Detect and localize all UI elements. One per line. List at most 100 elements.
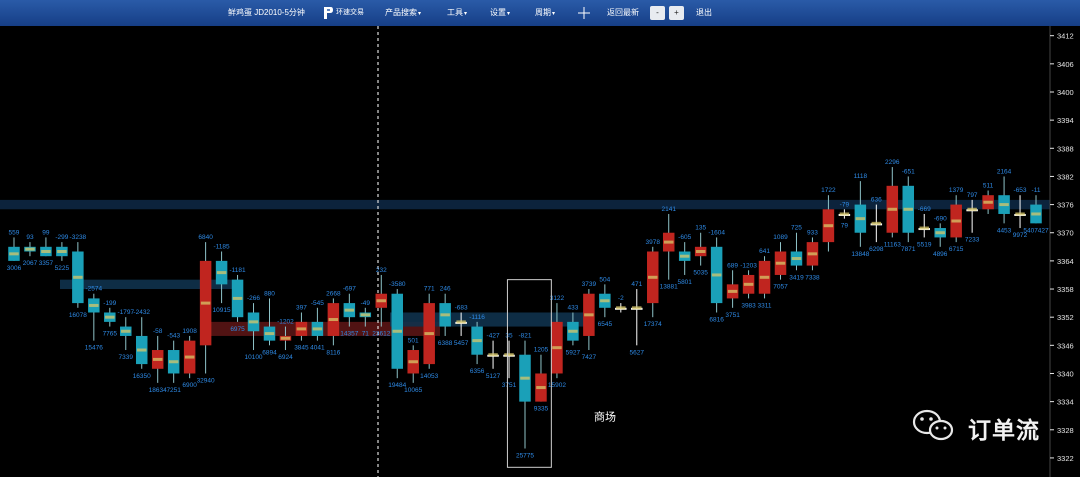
volume-label: 5519 [917, 241, 932, 248]
poc-marker [871, 221, 882, 225]
delta-label: -1202 [277, 319, 294, 326]
volume-label: 15902 [548, 382, 566, 389]
poc-marker [759, 275, 770, 279]
volume-label: 9335 [534, 406, 549, 413]
delta-label: 1118 [854, 173, 868, 180]
poc-marker [616, 306, 626, 310]
poc-marker [200, 301, 211, 305]
delta-label: -1181 [229, 267, 246, 274]
poc-marker [600, 299, 610, 303]
delta-label: 3978 [646, 239, 661, 246]
poc-marker [935, 231, 945, 235]
restore-latest-button[interactable]: 返回最新 [607, 0, 639, 26]
delta-label: -49 [361, 300, 371, 307]
delta-label: 246 [440, 286, 451, 293]
menu-tools[interactable]: 工具▾ [447, 0, 467, 26]
delta-label: -1116 [469, 314, 485, 321]
logo-icon [324, 7, 333, 19]
caret-down-icon: ▾ [464, 11, 468, 17]
poc-marker [9, 252, 19, 256]
delta-label: 1722 [821, 187, 836, 194]
delta-label: 35 [505, 333, 513, 340]
y-tick-label: 3370 [1057, 229, 1074, 238]
top-toolbar: 鲜鸡蛋 JD2010-5分钟 环速交易 产品搜索▾ 工具▾ 设置▾ 周期▾ 返回… [0, 0, 1080, 26]
poc-marker [216, 271, 227, 275]
delta-label: 2668 [326, 290, 341, 297]
volume-label: 10915 [213, 307, 231, 314]
zoom-out-button[interactable]: - [650, 6, 665, 20]
volume-label: 3357 [39, 260, 54, 267]
volume-label: 23612 [372, 331, 390, 338]
volume-label: 6894 [262, 349, 277, 356]
poc-marker [41, 250, 51, 253]
delta-label: -2 [618, 295, 624, 302]
volume-label: 13848 [851, 251, 869, 258]
volume-label: 6975 [230, 326, 245, 333]
volume-label: 5927 [566, 349, 581, 356]
watermark-text: 订单流 [968, 417, 1040, 443]
delta-label: 771 [424, 286, 435, 293]
volume-label: 3983 [741, 302, 756, 309]
y-tick-label: 3346 [1057, 341, 1074, 350]
poc-marker [919, 226, 929, 230]
y-tick-label: 3364 [1057, 257, 1074, 266]
crosshair-icon[interactable] [578, 7, 590, 19]
exit-button[interactable]: 退出 [696, 0, 712, 26]
menu-settings[interactable]: 设置▾ [490, 0, 510, 26]
volume-label: 3751 [502, 382, 517, 389]
poc-marker [663, 240, 674, 244]
delta-label: 93 [26, 234, 34, 241]
poc-marker [695, 250, 706, 253]
delta-label: -543 [167, 333, 180, 340]
delta-label: -1185 [214, 244, 231, 251]
poc-marker [727, 289, 738, 293]
poc-marker [392, 329, 402, 333]
volume-label: 14357 [340, 331, 358, 338]
poc-marker [440, 313, 450, 317]
volume-label: 6715 [949, 246, 964, 253]
delta-label: -1604 [708, 229, 725, 236]
poc-marker [1015, 212, 1025, 216]
annotation-label: 商场 [594, 409, 616, 423]
poc-marker [791, 257, 802, 261]
volume-label: 3311 [758, 302, 772, 309]
volume-label: 3006 [7, 265, 22, 272]
poc-marker [536, 386, 546, 390]
y-tick-label: 3352 [1057, 313, 1074, 322]
poc-marker [648, 275, 658, 279]
menu-period[interactable]: 周期▾ [535, 0, 555, 26]
poc-marker [25, 247, 35, 251]
delta-label: -3238 [70, 234, 87, 241]
volume-label: 3845 [294, 345, 309, 352]
delta-label: -605 [678, 234, 691, 241]
poc-marker [312, 327, 323, 331]
poc-marker [248, 320, 259, 324]
delta-label: 725 [791, 225, 802, 232]
poc-marker [121, 329, 131, 333]
volume-label: 14053 [420, 373, 438, 380]
delta-label: 1205 [534, 347, 549, 354]
poc-marker [456, 320, 466, 324]
delta-label: -199 [103, 300, 116, 307]
wechat-icon [912, 409, 954, 441]
delta-label: 2141 [661, 206, 676, 213]
delta-label: -1797 [117, 309, 134, 316]
zoom-in-button[interactable]: + [669, 6, 684, 20]
delta-label: 880 [264, 290, 275, 297]
poc-marker [951, 219, 961, 223]
delta-label: -690 [934, 215, 947, 222]
volume-label: 7339 [119, 354, 134, 361]
poc-marker [504, 353, 514, 357]
menu-product-search[interactable]: 产品搜索▾ [385, 0, 421, 26]
volume-label: 8116 [326, 349, 340, 356]
delta-label: 232 [376, 267, 387, 274]
volume-label: 6298 [869, 246, 884, 253]
poc-marker [983, 200, 993, 204]
logo-text: 环速交易 [336, 9, 364, 16]
delta-label: 689 [727, 262, 738, 269]
volume-label: 7233 [965, 237, 980, 244]
poc-marker [775, 261, 786, 265]
volume-label: 17374 [644, 321, 662, 328]
volume-label: 5225 [55, 265, 70, 272]
volume-label: 16350 [133, 373, 151, 380]
